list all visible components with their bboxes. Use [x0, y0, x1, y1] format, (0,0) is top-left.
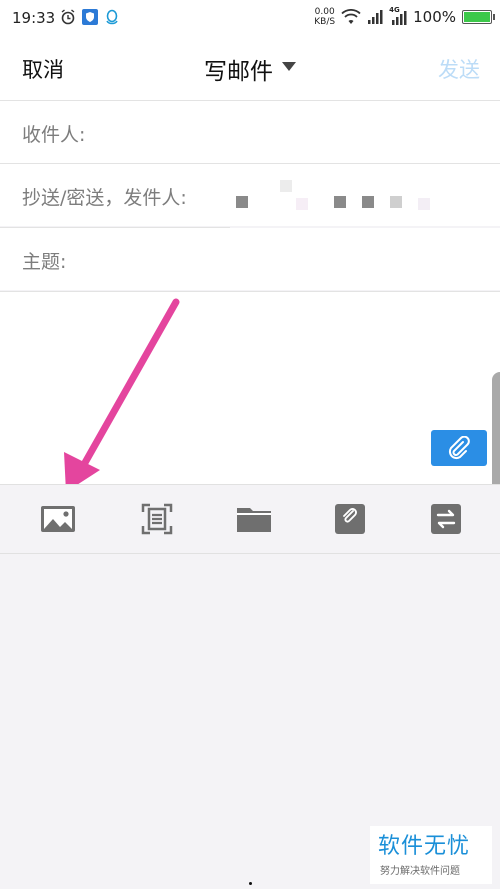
compose-toolbar	[0, 484, 500, 554]
note-attachment-icon	[335, 504, 365, 534]
scan-document-button[interactable]	[139, 501, 175, 537]
note-attachment-button[interactable]	[332, 501, 368, 537]
folder-icon	[237, 508, 271, 532]
watermark-subtitle: 努力解决软件问题	[380, 866, 460, 877]
page-dot	[249, 882, 252, 885]
watermark-logo: 软件无忧 努力解决软件问题	[370, 826, 492, 884]
transfer-icon	[431, 504, 461, 534]
annotation-arrow	[64, 298, 180, 492]
watermark-title: 软件无忧	[378, 834, 471, 859]
insert-image-button[interactable]	[40, 501, 76, 537]
folder-button[interactable]	[236, 501, 272, 537]
image-icon	[41, 506, 75, 532]
scan-document-icon	[141, 503, 173, 535]
transfer-button[interactable]	[428, 501, 464, 537]
